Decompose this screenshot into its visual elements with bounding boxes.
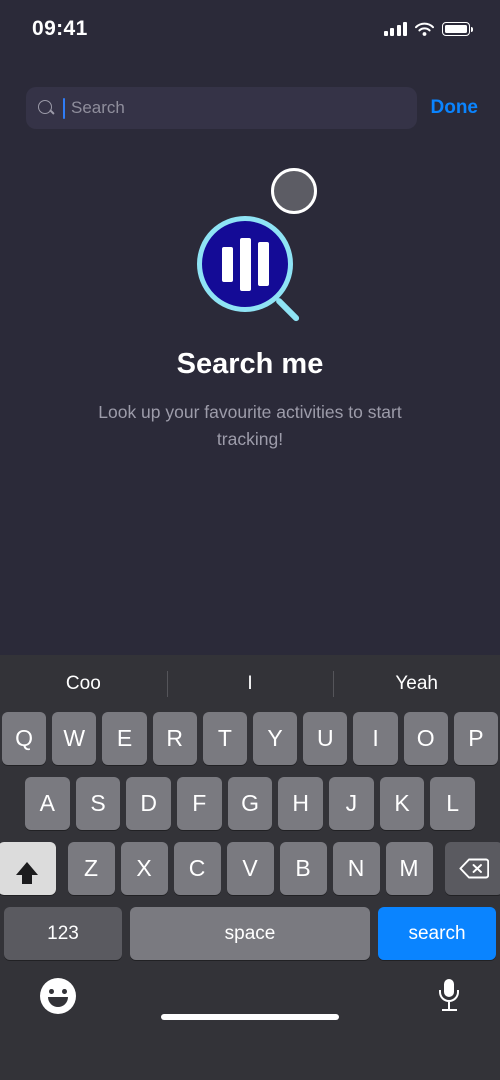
key-g[interactable]: G — [227, 777, 273, 830]
emoji-smiley-icon[interactable] — [40, 978, 76, 1014]
key-o[interactable]: O — [403, 712, 448, 765]
key-y[interactable]: Y — [253, 712, 298, 765]
on-screen-keyboard: Coo I Yeah Q W E R T Y U I O P A S D F G… — [0, 655, 500, 1080]
key-z[interactable]: Z — [67, 842, 115, 895]
done-button[interactable]: Done — [431, 97, 479, 119]
search-placeholder: Search — [71, 98, 125, 117]
keyboard-bottom-bar — [0, 960, 500, 1032]
status-bar: 09:41 — [0, 0, 500, 58]
key-e[interactable]: E — [102, 712, 147, 765]
wifi-icon — [415, 22, 434, 36]
suggestion-bar: Coo I Yeah — [0, 655, 500, 712]
key-n[interactable]: N — [332, 842, 380, 895]
microphone-icon[interactable] — [438, 979, 460, 1013]
key-l[interactable]: L — [430, 777, 476, 830]
key-t[interactable]: T — [202, 712, 247, 765]
circle-bubble-icon — [271, 168, 317, 214]
numbers-key[interactable]: 123 — [4, 907, 122, 960]
key-k[interactable]: K — [379, 777, 425, 830]
key-j[interactable]: J — [329, 777, 374, 830]
search-input[interactable]: Search — [26, 87, 417, 129]
empty-state: Search me Look up your favourite activit… — [0, 136, 500, 453]
backspace-glyph — [458, 858, 489, 879]
space-key[interactable]: space — [130, 907, 370, 960]
key-w[interactable]: W — [52, 712, 97, 765]
key-x[interactable]: X — [120, 842, 168, 895]
shift-arrow-glyph — [15, 862, 38, 884]
phone-screen: 09:41 Search Done Search me Look up your… — [0, 0, 500, 1080]
key-p[interactable]: P — [453, 712, 499, 765]
key-s[interactable]: S — [75, 777, 121, 830]
key-b[interactable]: B — [279, 842, 327, 895]
empty-state-illustration — [0, 154, 500, 344]
backspace-key-icon[interactable] — [444, 842, 500, 895]
cellular-signal-icon — [383, 22, 407, 36]
key-v[interactable]: V — [226, 842, 274, 895]
home-indicator — [161, 1014, 339, 1020]
keyboard-row-1: Q W E R T Y U I O P — [0, 712, 500, 765]
suggestion-item[interactable]: I — [167, 673, 334, 695]
search-icon — [38, 99, 55, 117]
key-f[interactable]: F — [177, 777, 222, 830]
key-r[interactable]: R — [152, 712, 197, 765]
bar-chart-icon — [197, 216, 293, 312]
key-u[interactable]: U — [303, 712, 348, 765]
key-m[interactable]: M — [385, 842, 433, 895]
status-bar-clock: 09:41 — [32, 17, 88, 40]
key-i[interactable]: I — [353, 712, 398, 765]
keyboard-row-2: A S D F G H J K L — [0, 777, 500, 830]
key-q[interactable]: Q — [1, 712, 47, 765]
search-return-key[interactable]: search — [378, 907, 496, 960]
text-cursor — [63, 97, 65, 119]
search-header: Search Done — [0, 80, 500, 136]
battery-full-icon — [442, 22, 474, 36]
shift-key-icon[interactable] — [0, 842, 56, 895]
page-title: Search me — [176, 348, 324, 380]
suggestion-item[interactable]: Coo — [0, 673, 167, 695]
magnifier-bar-chart-icon — [197, 216, 305, 324]
suggestion-item[interactable]: Yeah — [333, 673, 500, 695]
keyboard-row-3: Z X C V B N M — [0, 842, 500, 895]
status-bar-indicators — [383, 22, 474, 36]
keyboard-row-4: 123 space search — [0, 907, 500, 960]
page-subtitle: Look up your favourite activities to sta… — [98, 402, 402, 449]
key-d[interactable]: D — [126, 777, 171, 830]
key-c[interactable]: C — [173, 842, 221, 895]
key-a[interactable]: A — [24, 777, 70, 830]
key-h[interactable]: H — [278, 777, 324, 830]
